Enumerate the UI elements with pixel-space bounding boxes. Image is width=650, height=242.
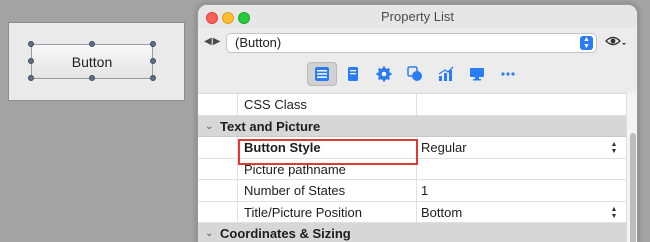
tb-monitor-button[interactable] <box>462 62 492 86</box>
property-value[interactable]: Bottom <box>419 202 626 223</box>
selection-handle[interactable] <box>28 58 34 64</box>
chevron-down-icon[interactable]: ⌄ <box>205 223 213 242</box>
shapes-icon <box>407 66 422 81</box>
property-name: Number of States <box>238 180 417 201</box>
property-name: Button Style <box>238 137 417 158</box>
section-header[interactable]: ⌄ Coordinates & Sizing <box>198 223 626 242</box>
property-list-window: Property List ◀▶ (Button) ▲ ▼ CSS Class … <box>197 4 638 242</box>
tb-chart-button[interactable] <box>431 62 461 86</box>
popup-stepper-icon[interactable]: ▲ ▼ <box>610 206 618 220</box>
property-name: Title/Picture Position <box>238 201 417 222</box>
object-selector-value: (Button) <box>235 35 282 50</box>
property-row[interactable]: Button Style Regular ▲ ▼ <box>198 137 626 159</box>
select-stepper-icon: ▲ ▼ <box>580 36 593 50</box>
object-selector-row: ◀▶ (Button) ▲ ▼ <box>198 32 637 58</box>
property-name: CSS Class <box>238 94 417 115</box>
window-title: Property List <box>381 9 454 24</box>
selection-handle[interactable] <box>28 75 34 81</box>
tb-more-button[interactable] <box>493 62 523 86</box>
form-canvas: Button <box>8 22 185 101</box>
property-row[interactable]: CSS Class <box>198 94 626 116</box>
section-header[interactable]: ⌄ Text and Picture <box>198 115 626 137</box>
property-row[interactable]: Picture pathname <box>198 158 626 180</box>
tb-shapes-button[interactable] <box>400 62 430 86</box>
property-value[interactable] <box>419 94 626 115</box>
object-selector[interactable]: (Button) ▲ ▼ <box>226 33 597 53</box>
tb-list-button[interactable] <box>307 62 337 86</box>
nav-arrows-icon[interactable]: ◀▶ <box>204 36 221 47</box>
property-value[interactable] <box>419 159 626 180</box>
section-label: Coordinates & Sizing <box>220 226 351 241</box>
eye-icon[interactable] <box>605 35 627 49</box>
monitor-icon <box>470 68 484 81</box>
form-button-object[interactable]: Button <box>31 44 153 79</box>
selection-handle[interactable] <box>150 75 156 81</box>
tb-gear-button[interactable] <box>369 62 399 86</box>
selection-handle[interactable] <box>150 41 156 47</box>
vertical-scrollbar[interactable] <box>626 93 637 242</box>
gear-icon <box>376 66 392 82</box>
property-value[interactable]: Regular <box>419 137 626 158</box>
property-name: Picture pathname <box>238 158 417 179</box>
property-row[interactable]: Title/Picture Position Bottom ▲ ▼ <box>198 201 626 223</box>
selection-handle[interactable] <box>28 41 34 47</box>
selection-handle[interactable] <box>89 41 95 47</box>
property-toolbar <box>307 62 523 88</box>
popup-stepper-icon[interactable]: ▲ ▼ <box>610 141 618 155</box>
tb-document-button[interactable] <box>338 62 368 86</box>
document-icon <box>348 67 358 81</box>
chart-icon <box>438 66 454 81</box>
list-icon <box>315 67 329 81</box>
form-button-label: Button <box>71 53 113 70</box>
scroll-thumb[interactable] <box>630 133 636 242</box>
window-titlebar[interactable]: Property List <box>198 5 637 28</box>
selection-handle[interactable] <box>89 75 95 81</box>
chevron-down-icon[interactable]: ⌄ <box>205 116 213 137</box>
property-grid: CSS Class ⌄ Text and Picture Button Styl… <box>198 93 626 242</box>
section-label: Text and Picture <box>220 118 321 134</box>
selection-handle[interactable] <box>150 58 156 64</box>
more-icon <box>501 72 515 76</box>
property-row[interactable]: Number of States 1 <box>198 180 626 202</box>
property-value[interactable]: 1 <box>419 180 626 201</box>
